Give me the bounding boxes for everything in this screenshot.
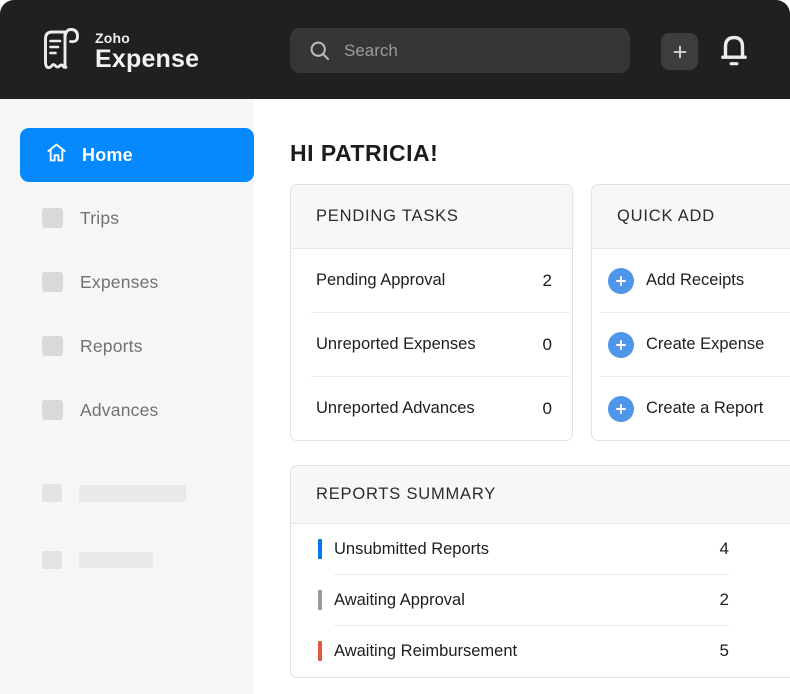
add-button[interactable] xyxy=(661,33,698,70)
summary-label: Awaiting Reimbursement xyxy=(334,642,720,661)
task-label: Unreported Expenses xyxy=(316,335,476,354)
awaiting-reimbursement-row[interactable]: Awaiting Reimbursement 5 xyxy=(291,626,729,676)
app-body: Home Trips Expenses Reports Advances xyxy=(0,99,790,694)
plus-icon xyxy=(672,44,688,60)
quick-add-label: Create a Report xyxy=(646,399,763,418)
sidebar-skeleton-item xyxy=(0,484,254,502)
task-label: Unreported Advances xyxy=(316,399,475,418)
card-title: QUICK ADD xyxy=(617,207,715,226)
quick-add-label: Add Receipts xyxy=(646,271,744,290)
sidebar-item-label: Home xyxy=(82,145,133,166)
summary-label: Unsubmitted Reports xyxy=(334,540,720,559)
greeting-heading: HI PATRICIA! xyxy=(290,140,790,167)
main-content: HI PATRICIA! PENDING TASKS Pending Appro… xyxy=(254,99,790,694)
quick-add-card: QUICK ADD Add Receipts xyxy=(591,184,790,441)
placeholder-icon xyxy=(42,400,63,420)
skeleton-bar xyxy=(79,485,186,502)
unreported-expenses-row[interactable]: Unreported Expenses 0 xyxy=(291,313,572,376)
card-title: REPORTS SUMMARY xyxy=(316,485,496,504)
status-color-bar xyxy=(318,641,322,661)
pending-approval-row[interactable]: Pending Approval 2 xyxy=(291,249,572,312)
summary-count: 4 xyxy=(720,539,729,559)
unreported-advances-row[interactable]: Unreported Advances 0 xyxy=(291,377,572,440)
sidebar-item-label: Trips xyxy=(80,208,119,229)
status-color-bar xyxy=(318,539,322,559)
sidebar: Home Trips Expenses Reports Advances xyxy=(0,99,254,694)
skeleton-icon xyxy=(42,484,62,502)
plus-circle-icon xyxy=(608,268,634,294)
skeleton-bar xyxy=(79,552,153,568)
card-title: PENDING TASKS xyxy=(316,207,459,226)
sidebar-item-expenses[interactable]: Expenses xyxy=(0,250,254,314)
plus-circle-icon xyxy=(608,332,634,358)
brand-large: Expense xyxy=(95,46,199,73)
sidebar-item-label: Advances xyxy=(80,400,158,421)
task-count: 2 xyxy=(543,271,552,291)
sidebar-nav-list: Trips Expenses Reports Advances xyxy=(0,186,254,442)
summary-count: 2 xyxy=(720,590,729,610)
sidebar-item-label: Expenses xyxy=(80,272,158,293)
quick-add-label: Create Expense xyxy=(646,335,764,354)
brand-text: Zoho Expense xyxy=(95,30,199,73)
pending-tasks-header: PENDING TASKS xyxy=(291,185,572,249)
skeleton-icon xyxy=(42,551,62,569)
sidebar-item-home[interactable]: Home xyxy=(20,128,254,182)
brand-small: Zoho xyxy=(95,30,199,46)
sidebar-skeleton-item xyxy=(0,551,254,569)
receipt-icon xyxy=(36,24,82,79)
reports-summary-header: REPORTS SUMMARY xyxy=(291,466,790,524)
task-count: 0 xyxy=(543,335,552,355)
summary-label: Awaiting Approval xyxy=(334,591,720,610)
home-icon xyxy=(44,140,69,170)
status-color-bar xyxy=(318,590,322,610)
app-logo: Zoho Expense xyxy=(36,24,199,79)
search-icon xyxy=(309,40,331,62)
sidebar-item-trips[interactable]: Trips xyxy=(0,186,254,250)
topbar: Zoho Expense xyxy=(0,0,790,99)
summary-count: 5 xyxy=(720,641,729,661)
quick-add-header: QUICK ADD xyxy=(592,185,790,249)
create-report-item[interactable]: Create a Report xyxy=(592,377,790,440)
search-input[interactable] xyxy=(344,41,620,61)
plus-circle-icon xyxy=(608,396,634,422)
cards-row: PENDING TASKS Pending Approval 2 Unrepor… xyxy=(290,184,790,441)
sidebar-item-reports[interactable]: Reports xyxy=(0,314,254,378)
task-label: Pending Approval xyxy=(316,271,445,290)
bell-icon xyxy=(717,30,751,70)
search-bar[interactable] xyxy=(290,28,630,73)
unsubmitted-reports-row[interactable]: Unsubmitted Reports 4 xyxy=(291,524,729,574)
reports-summary-card: REPORTS SUMMARY Unsubmitted Reports 4 Aw… xyxy=(290,465,790,678)
awaiting-approval-row[interactable]: Awaiting Approval 2 xyxy=(291,575,729,625)
sidebar-item-label: Reports xyxy=(80,336,143,357)
placeholder-icon xyxy=(42,208,63,228)
add-receipts-item[interactable]: Add Receipts xyxy=(592,249,790,312)
sidebar-item-advances[interactable]: Advances xyxy=(0,378,254,442)
placeholder-icon xyxy=(42,336,63,356)
sidebar-skeleton-group xyxy=(0,484,254,569)
notifications-button[interactable] xyxy=(714,28,754,72)
placeholder-icon xyxy=(42,272,63,292)
create-expense-item[interactable]: Create Expense xyxy=(592,313,790,376)
pending-tasks-card: PENDING TASKS Pending Approval 2 Unrepor… xyxy=(290,184,573,441)
zoho-expense-dashboard: Zoho Expense xyxy=(0,0,790,694)
task-count: 0 xyxy=(543,399,552,419)
